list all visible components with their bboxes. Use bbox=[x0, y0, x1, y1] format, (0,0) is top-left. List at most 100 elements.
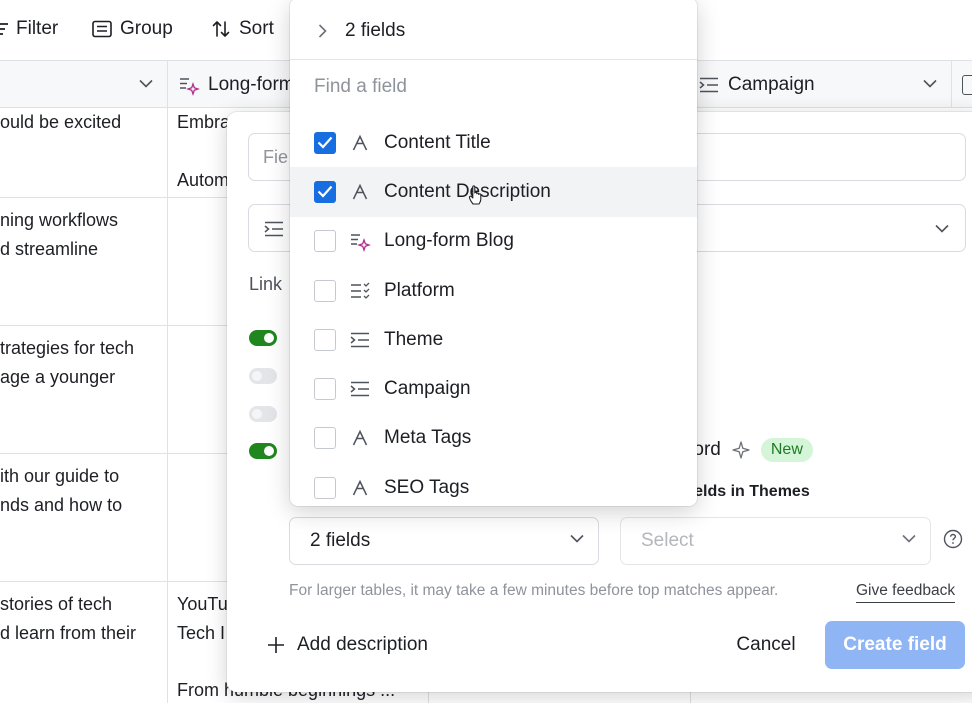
field-option-label: Theme bbox=[384, 328, 444, 350]
field-option-label: Content Title bbox=[384, 131, 491, 153]
chevron-down-icon bbox=[570, 534, 584, 543]
field-option-content-title[interactable]: Content Title bbox=[290, 118, 697, 167]
link-record-icon bbox=[349, 378, 371, 400]
field-option-theme[interactable]: Theme bbox=[290, 315, 697, 364]
row-divider bbox=[0, 325, 230, 326]
add-description-label: Add description bbox=[297, 634, 428, 655]
checkbox[interactable] bbox=[314, 476, 336, 499]
sparkle-icon bbox=[732, 441, 750, 459]
row-divider bbox=[0, 453, 230, 454]
checkmark-icon bbox=[317, 186, 333, 199]
field-option-campaign[interactable]: Campaign bbox=[290, 364, 697, 413]
field-option-label: Meta Tags bbox=[384, 427, 472, 449]
link-label: Link bbox=[249, 274, 283, 294]
plus-icon bbox=[268, 637, 284, 653]
checkbox[interactable] bbox=[314, 131, 336, 154]
row-divider bbox=[0, 581, 230, 582]
cell-line: ould be excited bbox=[0, 112, 122, 132]
checkbox[interactable] bbox=[314, 427, 336, 450]
field-option-label: Platform bbox=[384, 279, 455, 301]
cell-line: d learn from their bbox=[0, 623, 137, 643]
field-picker-popover: 2 fields Find a field Content Title Cont… bbox=[290, 0, 697, 506]
field-option-label: Campaign bbox=[384, 378, 471, 400]
checkmark-icon bbox=[317, 136, 333, 149]
add-description-button[interactable]: Add description bbox=[267, 631, 428, 659]
group-button[interactable]: Group bbox=[92, 14, 173, 44]
create-field-button[interactable]: Create field bbox=[825, 621, 965, 669]
select-placeholder: Select bbox=[641, 530, 694, 551]
field-picker-header[interactable]: 2 fields bbox=[290, 0, 697, 60]
field-option-content-description[interactable]: Content Description bbox=[290, 167, 697, 217]
cell-line: stories of tech bbox=[0, 594, 113, 614]
column-header-campaign[interactable]: Campaign bbox=[690, 61, 952, 108]
filter-label: Filter bbox=[16, 18, 59, 39]
column-header-label: Campaign bbox=[728, 73, 815, 95]
single-line-text-icon bbox=[349, 132, 371, 154]
single-line-text-icon bbox=[349, 427, 371, 449]
column-header-primary[interactable] bbox=[0, 61, 168, 108]
field-option-long-form-blog[interactable]: Long-form Blog bbox=[290, 217, 697, 266]
give-feedback-link[interactable]: Give feedback bbox=[856, 582, 956, 603]
checkbox[interactable] bbox=[314, 180, 336, 203]
field-picker-count: 2 fields bbox=[345, 19, 406, 41]
hand-cursor-icon bbox=[468, 185, 482, 205]
fields-dropdown[interactable]: 2 fields bbox=[289, 517, 599, 565]
cell-line: d streamline bbox=[0, 239, 99, 259]
chevron-down-icon[interactable] bbox=[923, 79, 937, 88]
group-icon bbox=[92, 20, 112, 38]
sort-label: Sort bbox=[239, 18, 274, 39]
ai-long-text-icon bbox=[349, 230, 371, 253]
group-label: Group bbox=[120, 18, 173, 39]
row-divider bbox=[0, 197, 230, 198]
grid-cell[interactable]: ning workflows d streamline bbox=[0, 206, 165, 264]
single-line-text-icon bbox=[349, 181, 371, 203]
toggle-option-3[interactable] bbox=[249, 406, 277, 422]
filter-icon bbox=[0, 23, 8, 35]
add-column-header[interactable] bbox=[952, 61, 972, 108]
chevron-right-icon bbox=[318, 23, 327, 38]
filter-button[interactable]: Filter bbox=[0, 14, 58, 44]
sort-button[interactable]: Sort bbox=[211, 14, 274, 44]
field-option-label: SEO Tags bbox=[384, 476, 470, 498]
grid-cell[interactable]: ould be excited bbox=[0, 108, 165, 137]
checkbox[interactable] bbox=[314, 279, 336, 302]
chevron-down-icon bbox=[902, 534, 916, 543]
sort-icon bbox=[212, 21, 230, 37]
column-icon bbox=[962, 74, 972, 95]
link-record-icon bbox=[264, 221, 283, 237]
checkbox[interactable] bbox=[314, 328, 336, 351]
cell-line: trategies for tech bbox=[0, 338, 135, 358]
single-line-text-icon bbox=[349, 477, 371, 499]
grid-cell[interactable]: stories of tech d learn from their bbox=[0, 590, 165, 648]
matching-note: For larger tables, it may take a few min… bbox=[289, 582, 779, 599]
checkbox[interactable] bbox=[314, 378, 336, 401]
cell-line: ning workflows bbox=[0, 210, 119, 230]
link-record-icon bbox=[699, 77, 718, 92]
cell-line: nds and how to bbox=[0, 495, 123, 515]
field-name-placeholder: Fie bbox=[263, 146, 289, 167]
cell-line: ith our guide to bbox=[0, 466, 120, 486]
help-icon[interactable] bbox=[943, 529, 963, 549]
cancel-button[interactable]: Cancel bbox=[717, 623, 815, 667]
field-option-label: Long-form Blog bbox=[384, 230, 514, 252]
toggle-option-1[interactable] bbox=[249, 330, 277, 346]
target-field-select[interactable]: Select bbox=[620, 517, 931, 565]
fields-dropdown-value: 2 fields bbox=[310, 530, 371, 551]
link-record-icon bbox=[349, 329, 371, 351]
grid-cell[interactable]: trategies for tech age a younger bbox=[0, 334, 165, 392]
new-badge: New bbox=[760, 438, 813, 462]
grid-cell[interactable]: ith our guide to nds and how to bbox=[0, 462, 165, 520]
chevron-down-icon bbox=[935, 224, 949, 233]
toggle-option-2[interactable] bbox=[249, 368, 277, 384]
checkbox[interactable] bbox=[314, 230, 336, 253]
field-option-platform[interactable]: Platform bbox=[290, 266, 697, 315]
field-list: Content Title Content Description Long-f… bbox=[290, 118, 697, 506]
multiple-select-icon bbox=[349, 280, 371, 302]
chevron-down-icon[interactable] bbox=[139, 79, 153, 88]
toggle-option-4[interactable] bbox=[249, 443, 277, 459]
field-option-seo-tags[interactable]: SEO Tags bbox=[290, 463, 697, 506]
ai-long-text-icon bbox=[180, 77, 200, 96]
cell-line: age a younger bbox=[0, 367, 116, 387]
field-option-meta-tags[interactable]: Meta Tags bbox=[290, 414, 697, 463]
find-field-input[interactable]: Find a field bbox=[314, 76, 407, 98]
